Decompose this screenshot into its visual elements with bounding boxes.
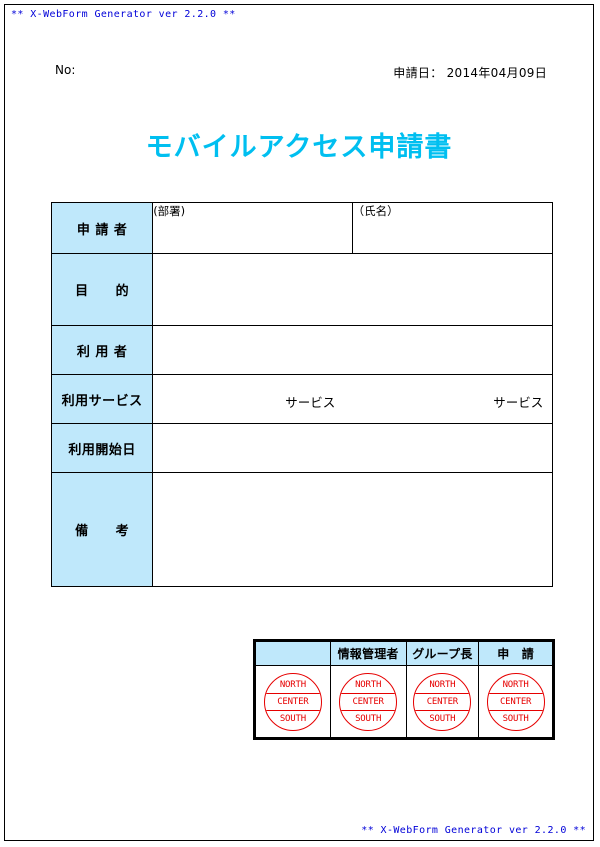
hanko-rule-lower (414, 709, 471, 711)
hanko-text-bot: SOUTH (502, 713, 529, 724)
hanko-rule-lower (340, 709, 397, 711)
approval-header-group-leader: グループ長 (405, 640, 480, 666)
hanko-rule-upper (264, 692, 321, 694)
table-row-service: 利用サービス サービス サービス (50, 374, 553, 424)
hanko-rule-lower (487, 709, 544, 711)
hanko-rule-lower (264, 709, 321, 711)
document-page: ** X-WebForm Generator ver 2.2.0 ** No: … (4, 4, 594, 841)
approval-stamp-cell-2[interactable]: NORTH CENTER SOUTH (405, 665, 480, 739)
hanko-text-top: NORTH (279, 679, 306, 690)
hanko-text-top: NORTH (502, 679, 529, 690)
approval-stamp-cell-1[interactable]: NORTH CENTER SOUTH (329, 665, 407, 739)
service-option-1[interactable]: サービス (285, 392, 335, 411)
hanko-text-mid: CENTER (277, 696, 309, 707)
hanko-text-bot: SOUTH (279, 713, 306, 724)
approval-stamp-table: 情報管理者 グループ長 申 請 NORTH CENTER SOUTH NORTH… (253, 639, 555, 740)
approval-header-blank (254, 640, 331, 666)
hanko-stamp-icon: NORTH CENTER SOUTH (339, 672, 398, 731)
hanko-rule-upper (414, 692, 471, 694)
approval-stamp-cell-3[interactable]: NORTH CENTER SOUTH (478, 665, 554, 739)
hanko-text-mid: CENTER (426, 696, 459, 707)
row-label-service: 利用サービス (50, 374, 154, 424)
hanko-text-mid: CENTER (499, 696, 532, 707)
field-applicant-department[interactable]: (部署) (152, 202, 353, 254)
row-label-start-date: 利用開始日 (50, 423, 154, 473)
field-remarks[interactable] (152, 472, 553, 587)
page-title: モバイルアクセス申請書 (145, 132, 453, 163)
generator-banner-top: ** X-WebForm Generator ver 2.2.0 ** (11, 9, 236, 20)
hanko-text-top: NORTH (429, 679, 456, 690)
hanko-text-top: NORTH (355, 679, 382, 690)
hanko-text-bot: SOUTH (429, 713, 456, 724)
row-label-user: 利 用 者 (50, 325, 154, 375)
table-row-applicant: 申 請 者 (部署) （氏名） (50, 202, 554, 254)
hanko-stamp-icon: NORTH CENTER SOUTH (486, 672, 545, 731)
hanko-stamp-icon: NORTH CENTER SOUTH (413, 672, 472, 731)
hanko-text-bot: SOUTH (355, 713, 382, 724)
approval-stamp-row: NORTH CENTER SOUTH NORTH CENTER SOUTH NO… (254, 665, 554, 739)
field-user[interactable] (152, 325, 553, 375)
hanko-stamp-icon: NORTH CENTER SOUTH (263, 672, 322, 731)
document-number-label: No: (55, 63, 76, 77)
table-row-start-date: 利用開始日 (50, 423, 553, 473)
row-label-remarks: 備 考 (50, 472, 154, 587)
field-service[interactable]: サービス サービス (152, 374, 553, 424)
approval-stamp-cell-0[interactable]: NORTH CENTER SOUTH (254, 665, 331, 739)
field-applicant-name[interactable]: （氏名） (351, 202, 554, 254)
application-date: 申請日： 2014年04月09日 (393, 66, 547, 80)
hanko-rule-upper (340, 692, 397, 694)
approval-header-row: 情報管理者 グループ長 申 請 (254, 640, 554, 666)
approval-header-applicant: 申 請 (478, 640, 554, 666)
table-row-purpose: 目 的 (50, 253, 553, 326)
row-label-applicant: 申 請 者 (50, 202, 154, 254)
row-label-purpose: 目 的 (50, 253, 154, 326)
hanko-text-mid: CENTER (352, 696, 384, 707)
hanko-rule-upper (487, 692, 544, 694)
service-option-2[interactable]: サービス (493, 392, 543, 411)
field-start-date[interactable] (152, 423, 553, 473)
table-row-user: 利 用 者 (50, 325, 553, 375)
application-form-table: 申 請 者 (部署) （氏名） 目 的 利 用 者 利用サービス サービス サー… (50, 202, 554, 587)
table-row-remarks: 備 考 (50, 472, 553, 587)
approval-header-info-manager: 情報管理者 (329, 640, 407, 666)
field-purpose[interactable] (152, 253, 553, 326)
generator-banner-bottom: ** X-WebForm Generator ver 2.2.0 ** (361, 825, 586, 836)
